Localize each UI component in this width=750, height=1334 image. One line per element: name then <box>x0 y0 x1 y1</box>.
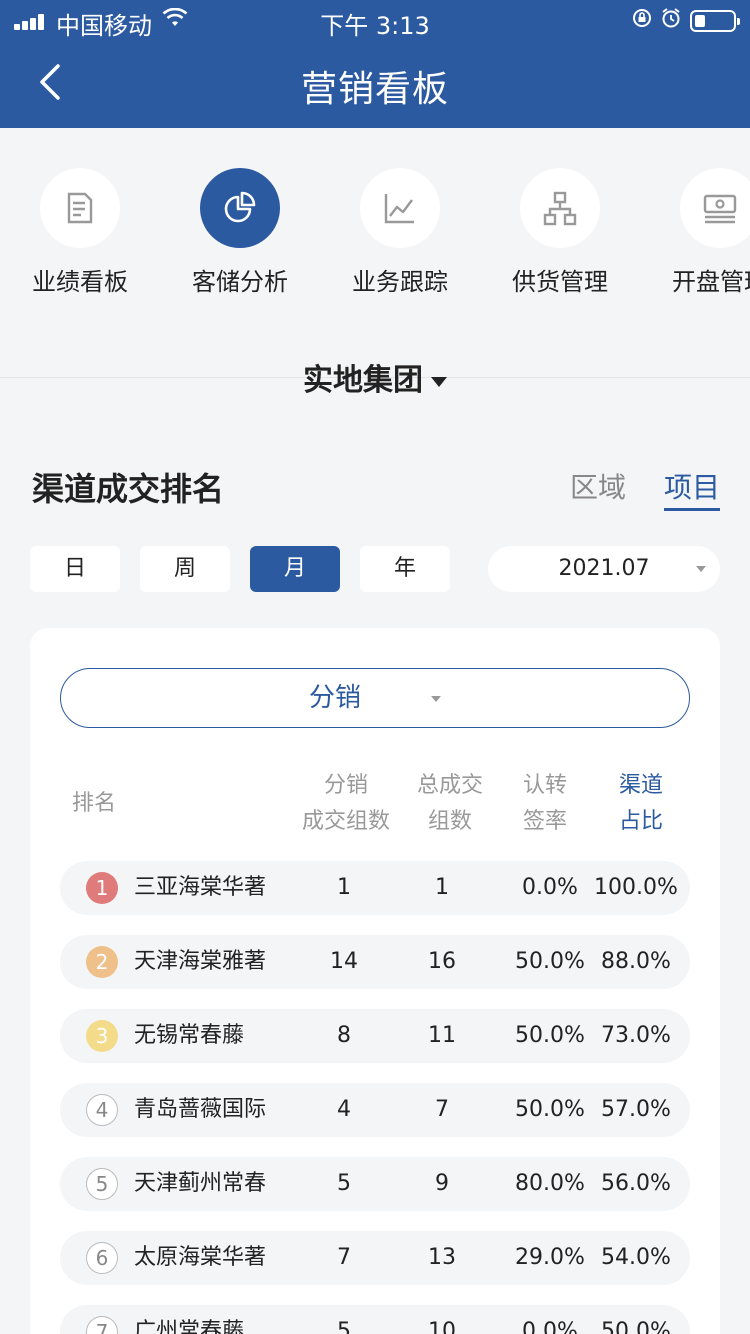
project-name: 广州常春藤 <box>134 1319 245 1334</box>
cash-icon <box>703 194 737 224</box>
header-deals: 分销 成交组数 <box>301 773 390 834</box>
deal-count: 5 <box>337 1171 351 1196</box>
header-rank: 排名 <box>71 791 116 816</box>
channel-share: 56.0% <box>601 1171 671 1196</box>
menu-item-label: 业绩看板 <box>32 268 128 296</box>
menu-item-supply[interactable]: 供货管理 <box>480 168 640 297</box>
channel-share: 57.0% <box>601 1097 671 1122</box>
channel-share: 54.0% <box>601 1245 671 1270</box>
alarm-icon <box>660 7 682 34</box>
channel-share: 100.0% <box>594 875 678 900</box>
pie-chart-icon <box>224 191 256 223</box>
header-share[interactable]: 渠道 占比 <box>596 768 686 840</box>
project-name: 太原海棠华著 <box>134 1245 267 1270</box>
battery-icon <box>690 9 740 32</box>
tab-area[interactable]: 区域 <box>570 466 626 506</box>
menu-item-label: 供货管理 <box>512 268 608 296</box>
project-name: 三亚海棠华著 <box>134 875 267 900</box>
menu-item-label: 客储分析 <box>192 268 288 296</box>
total-count: 1 <box>435 875 449 900</box>
table-row[interactable]: 1 三亚海棠华著 1 1 0.0% 100.0% <box>60 861 690 915</box>
menu-item-performance[interactable]: 业绩看板 <box>0 168 160 297</box>
deal-count: 8 <box>337 1023 351 1048</box>
table-row[interactable]: 3 无锡常春藤 8 11 50.0% 73.0% <box>60 1009 690 1063</box>
deal-count: 4 <box>337 1097 351 1122</box>
rank-badge: 7 <box>86 1316 118 1334</box>
group-selector[interactable]: 实地集团 <box>0 355 750 399</box>
org-chart-icon <box>543 191 577 226</box>
header-total: 总成交 组数 <box>416 773 483 834</box>
menu-item-label: 开盘管理 <box>672 268 750 296</box>
project-name: 无锡常春藤 <box>134 1023 245 1048</box>
dropdown-arrow-icon <box>431 695 441 702</box>
total-count: 9 <box>435 1171 449 1196</box>
rank-badge: 2 <box>86 946 118 978</box>
report-icon <box>67 192 93 224</box>
deal-count: 14 <box>330 949 358 974</box>
menu-item-label: 业务跟踪 <box>352 268 448 296</box>
project-name: 天津海棠雅著 <box>134 949 267 974</box>
page-title: 营销看板 <box>300 69 449 110</box>
group-name: 实地集团 <box>303 363 423 398</box>
total-count: 10 <box>428 1319 456 1334</box>
period-year[interactable]: 年 <box>360 546 450 592</box>
total-count: 11 <box>428 1023 456 1048</box>
dropdown-arrow-icon <box>696 566 706 572</box>
menu-item-tracking[interactable]: 业务跟踪 <box>320 168 480 297</box>
project-name: 青岛蔷薇国际 <box>134 1097 267 1122</box>
channel-share: 88.0% <box>601 949 671 974</box>
status-bar: 中国移动 下午 3:13 <box>0 0 750 40</box>
total-count: 7 <box>435 1097 449 1122</box>
channel-selector[interactable]: 分销 <box>60 668 690 728</box>
caret-down-icon <box>431 376 447 387</box>
period-day[interactable]: 日 <box>30 546 120 592</box>
date-value: 2021.07 <box>558 556 650 581</box>
rank-badge: 5 <box>86 1168 118 1200</box>
date-picker[interactable]: 2021.07 <box>488 546 720 592</box>
period-month[interactable]: 月 <box>250 546 340 592</box>
line-chart-icon <box>384 194 414 224</box>
section-title: 渠道成交排名 <box>32 470 225 508</box>
deal-count: 7 <box>337 1245 351 1270</box>
orientation-lock-icon <box>632 8 652 33</box>
deal-count: 1 <box>337 875 351 900</box>
period-week[interactable]: 周 <box>140 546 230 592</box>
channel-share: 73.0% <box>601 1023 671 1048</box>
total-count: 16 <box>428 949 456 974</box>
menu-item-customer-analysis[interactable]: 客储分析 <box>160 168 320 297</box>
table-row[interactable]: 2 天津海棠雅著 14 16 50.0% 88.0% <box>60 935 690 989</box>
channel-share: 50.0% <box>601 1319 671 1334</box>
total-count: 13 <box>428 1245 456 1270</box>
ranking-card: 分销 排名 分销 成交组数 总成交 组数 认转 签率 渠道 占比 1 三亚海棠华著 1 1 0.… <box>30 628 720 1334</box>
quick-menu: 业绩看板 客储分析 业务跟踪 供货管理 开盘管理 <box>0 128 750 378</box>
rank-badge: 6 <box>86 1242 118 1274</box>
deal-count: 5 <box>337 1319 351 1334</box>
app-header: 中国移动 下午 3:13 营销看板 <box>0 0 750 128</box>
rank-badge: 1 <box>86 872 118 904</box>
rank-badge: 4 <box>86 1094 118 1126</box>
tab-project[interactable]: 项目 <box>664 466 721 511</box>
table-row[interactable]: 6 太原海棠华著 7 13 29.0% 54.0% <box>60 1231 690 1285</box>
header-conversion: 认转 签率 <box>522 773 567 834</box>
channel-value: 分销 <box>308 683 361 713</box>
project-name: 天津蓟州常春 <box>134 1171 267 1196</box>
table-row[interactable]: 7 广州常春藤 5 10 0.0% 50.0% <box>60 1305 690 1334</box>
table-row[interactable]: 4 青岛蔷薇国际 4 7 50.0% 57.0% <box>60 1083 690 1137</box>
table-row[interactable]: 5 天津蓟州常春 5 9 80.0% 56.0% <box>60 1157 690 1211</box>
rank-badge: 3 <box>86 1020 118 1052</box>
menu-item-launch[interactable]: 开盘管理 <box>640 168 750 297</box>
